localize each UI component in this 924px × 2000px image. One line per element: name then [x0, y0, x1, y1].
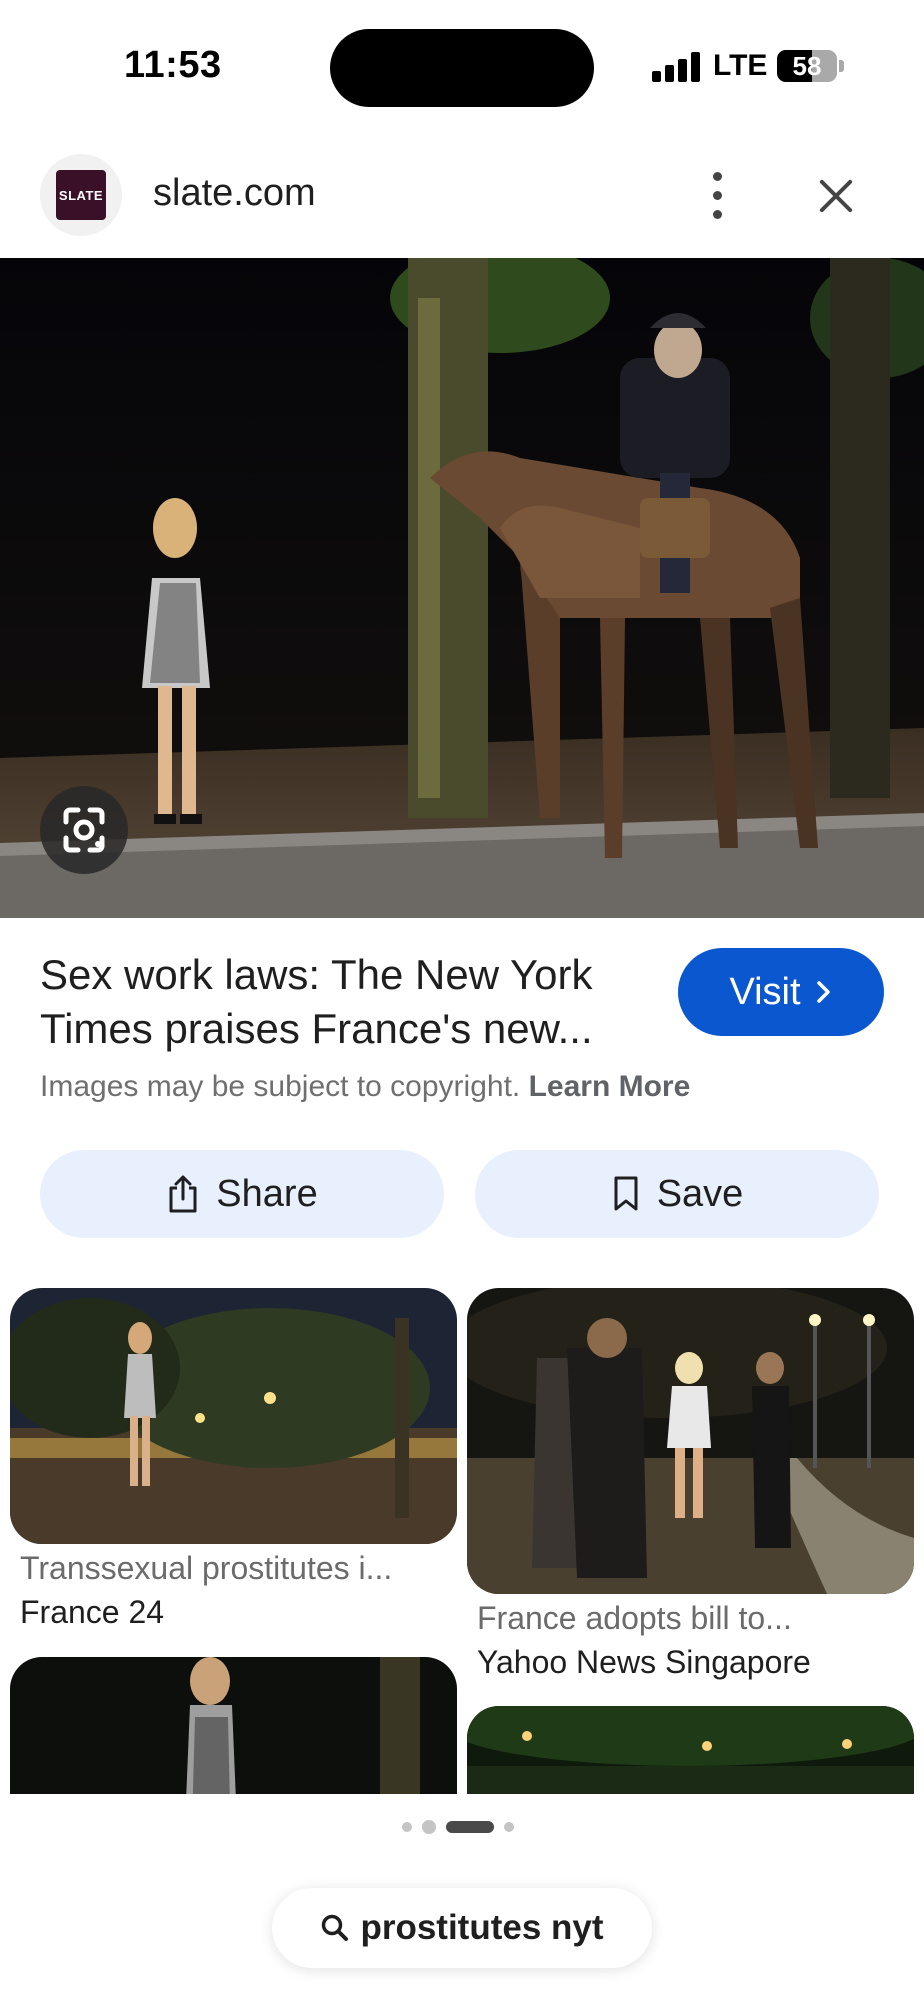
page-dot: [402, 1822, 412, 1832]
lens-icon[interactable]: [40, 786, 128, 874]
related-title-1[interactable]: Transsexual prostitutes i...: [20, 1550, 392, 1587]
related-image-1-art: [10, 1288, 457, 1544]
close-icon[interactable]: [810, 170, 862, 222]
night-scene-illustration: [0, 258, 924, 918]
page-dot-active: [446, 1821, 494, 1833]
signal-icon: [652, 52, 700, 82]
slate-logo: SLATE: [56, 170, 106, 220]
more-vert-icon[interactable]: [700, 170, 734, 222]
lens-glyph: [63, 807, 105, 853]
save-button[interactable]: Save: [475, 1150, 879, 1238]
search-query: prostitutes nyt: [360, 1908, 604, 1947]
related-images-grid: Transsexual prostitutes i... France 24 F…: [0, 1288, 924, 1794]
related-title-2[interactable]: France adopts bill to...: [477, 1600, 792, 1637]
related-image-1[interactable]: [10, 1288, 457, 1544]
status-bar: 11:53 LTE 58: [0, 0, 924, 135]
dynamic-island: [330, 29, 594, 107]
visit-button[interactable]: Visit: [678, 948, 884, 1036]
related-image-3-art: [10, 1657, 457, 1794]
related-source-2: Yahoo News Singapore: [477, 1644, 811, 1680]
battery-level: 58: [792, 51, 822, 81]
learn-more-link[interactable]: Learn More: [529, 1070, 691, 1103]
related-source-1: France 24: [20, 1594, 165, 1630]
related-image-4[interactable]: [467, 1706, 914, 1794]
share-icon: [169, 1175, 197, 1213]
main-image[interactable]: [0, 258, 924, 918]
site-favicon[interactable]: SLATE: [40, 154, 122, 236]
network-label: LTE: [713, 49, 768, 82]
visit-label: Visit: [729, 970, 801, 1013]
page-indicator: [0, 1818, 924, 1834]
copyright-notice: Images may be subject to copyright. Lear…: [40, 1070, 690, 1104]
search-icon: [322, 1914, 349, 1941]
result-title[interactable]: Sex work laws: The New York Times praise…: [40, 948, 640, 1056]
related-image-2-art: [467, 1288, 914, 1594]
related-image-3[interactable]: [10, 1657, 457, 1794]
chevron-right-icon: [816, 981, 830, 1003]
copyright-text: Images may be subject to copyright.: [40, 1070, 521, 1103]
battery-tip: [839, 60, 844, 72]
status-time: 11:53: [124, 44, 222, 86]
save-label: Save: [656, 1172, 744, 1215]
site-name[interactable]: slate.com: [153, 172, 316, 215]
related-image-4-art: [467, 1706, 914, 1794]
related-image-2[interactable]: [467, 1288, 914, 1594]
page-dot: [504, 1822, 514, 1832]
page-dot: [422, 1820, 436, 1834]
share-label: Share: [216, 1172, 318, 1215]
bookmark-icon: [614, 1176, 638, 1211]
viewer-header: SLATE slate.com: [0, 140, 924, 258]
battery-icon: 58: [777, 50, 837, 82]
search-query-chip[interactable]: prostitutes nyt: [272, 1888, 652, 1968]
share-button[interactable]: Share: [40, 1150, 444, 1238]
